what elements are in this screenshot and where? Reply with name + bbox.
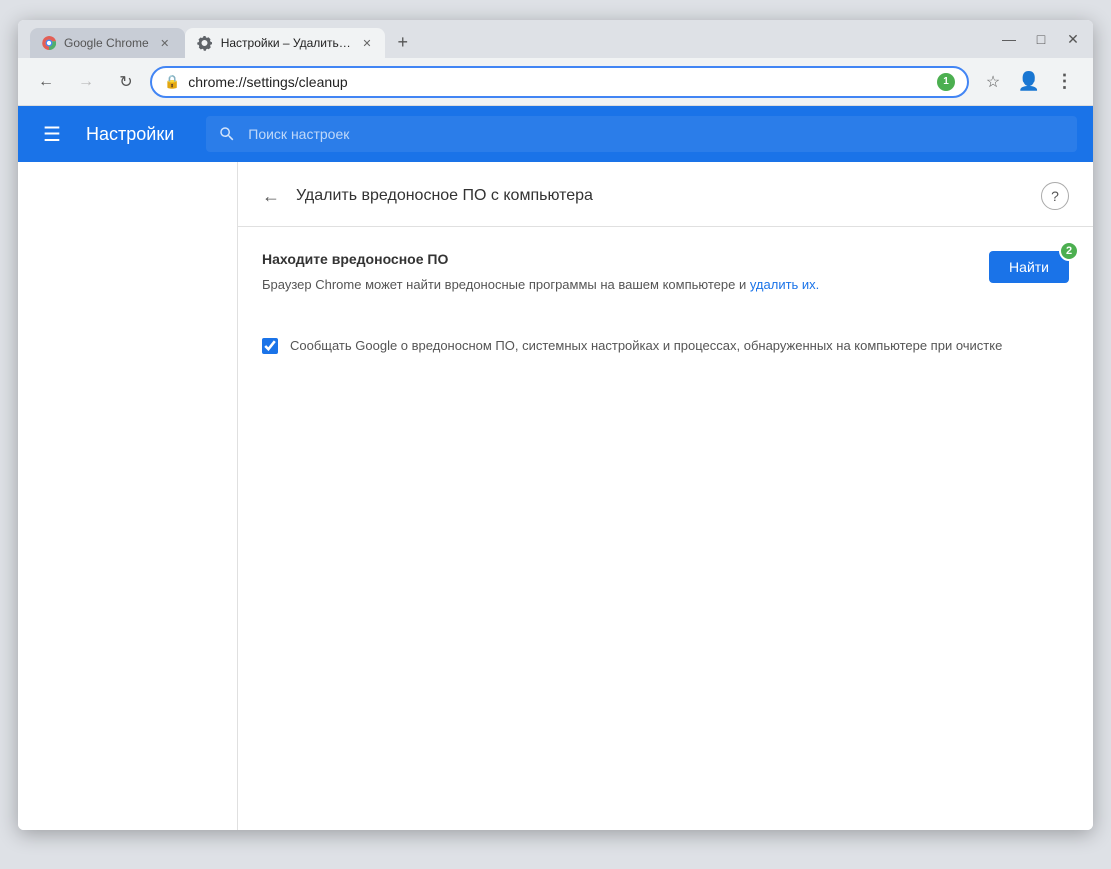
- find-button[interactable]: Найти: [989, 251, 1069, 283]
- search-icon: [218, 125, 236, 143]
- main-panel: ← Удалить вредоносное ПО с компьютера ? …: [238, 162, 1093, 830]
- help-button[interactable]: ?: [1041, 182, 1069, 210]
- sidebar: [18, 162, 238, 830]
- tab-settings[interactable]: Настройки – Удалить вредонос... ✕: [185, 28, 385, 58]
- address-input[interactable]: [188, 74, 927, 90]
- minimize-button[interactable]: —: [1001, 31, 1017, 47]
- report-checkbox[interactable]: [262, 338, 278, 354]
- maximize-button[interactable]: □: [1033, 31, 1049, 47]
- window-controls: — □ ✕: [1001, 31, 1081, 47]
- section-desc: Браузер Chrome может найти вредоносные п…: [262, 275, 965, 296]
- chrome-settings-header: ☰ Настройки: [18, 106, 1093, 162]
- malware-section: Находите вредоносное ПО Браузер Chrome м…: [262, 251, 1069, 312]
- new-tab-button[interactable]: +: [389, 28, 417, 56]
- checkbox-label: Сообщать Google о вредоносном ПО, систем…: [290, 336, 1002, 356]
- chrome-menu-button[interactable]: ⋮: [1049, 66, 1081, 98]
- address-step-badge: 1: [937, 73, 955, 91]
- address-lock-icon: 🔒: [164, 74, 180, 90]
- tab-google-chrome-close[interactable]: ✕: [157, 35, 173, 51]
- back-button[interactable]: ←: [30, 66, 62, 98]
- hamburger-icon: ☰: [43, 122, 61, 147]
- search-input[interactable]: [248, 126, 1065, 142]
- checkbox-row: Сообщать Google о вредоносном ПО, систем…: [262, 336, 1069, 356]
- bookmark-button[interactable]: ☆: [977, 66, 1009, 98]
- hamburger-menu-button[interactable]: ☰: [34, 116, 70, 152]
- panel-header: ← Удалить вредоносное ПО с компьютера ?: [238, 162, 1093, 227]
- nav-bar: ← → ↻ 🔒 1 ☆ 👤 ⋮: [18, 58, 1093, 106]
- browser-window: Google Chrome ✕ Настройки – Удалить вред…: [18, 20, 1093, 830]
- find-step-badge: 2: [1059, 241, 1079, 261]
- panel-title: Удалить вредоносное ПО с компьютера: [296, 187, 1025, 205]
- tab-settings-close[interactable]: ✕: [361, 35, 373, 51]
- panel-back-button[interactable]: ←: [262, 186, 280, 207]
- nav-right-icons: ☆ 👤 ⋮: [977, 66, 1081, 98]
- section-desc-link[interactable]: удалить их.: [746, 277, 819, 292]
- panel-content: Находите вредоносное ПО Браузер Chrome м…: [238, 227, 1093, 379]
- tab-settings-label: Настройки – Удалить вредонос...: [221, 36, 353, 50]
- section-text: Находите вредоносное ПО Браузер Chrome м…: [262, 251, 965, 312]
- refresh-button[interactable]: ↻: [110, 66, 142, 98]
- app-body: ☰ Настройки ← Удалить вредоносное ПО с к…: [18, 106, 1093, 830]
- tab-google-chrome[interactable]: Google Chrome ✕: [30, 28, 185, 58]
- gear-icon: [197, 35, 213, 51]
- account-button[interactable]: 👤: [1013, 66, 1045, 98]
- find-button-wrap: Найти 2: [989, 251, 1069, 283]
- content-area: ← Удалить вредоносное ПО с компьютера ? …: [18, 162, 1093, 830]
- tabs-row: Google Chrome ✕ Настройки – Удалить вред…: [26, 28, 1085, 58]
- section-title: Находите вредоносное ПО: [262, 251, 965, 267]
- search-bar[interactable]: [206, 116, 1077, 152]
- section-desc-text: Браузер Chrome может найти вредоносные п…: [262, 277, 746, 292]
- title-bar: Google Chrome ✕ Настройки – Удалить вред…: [18, 20, 1093, 58]
- address-bar[interactable]: 🔒 1: [150, 66, 969, 98]
- close-button[interactable]: ✕: [1065, 31, 1081, 47]
- chrome-logo-icon: [42, 36, 56, 50]
- forward-button: →: [70, 66, 102, 98]
- settings-header-title: Настройки: [86, 124, 174, 145]
- tab-google-chrome-label: Google Chrome: [64, 36, 149, 50]
